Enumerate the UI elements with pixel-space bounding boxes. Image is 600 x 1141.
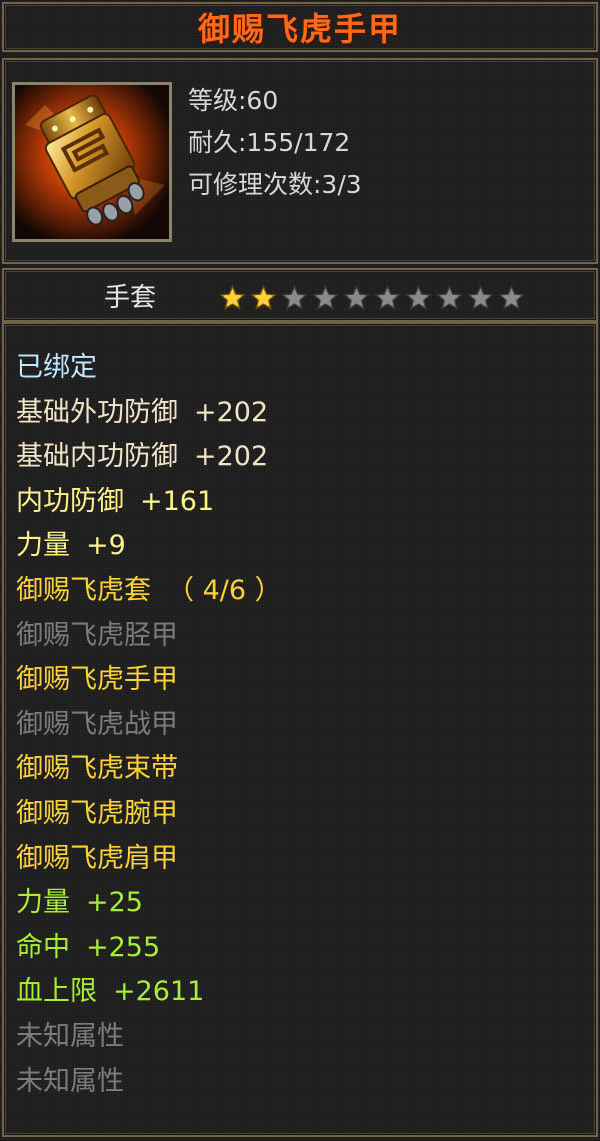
set-progress: （ 4/6 ） [167, 574, 282, 606]
star-empty-icon [436, 284, 463, 310]
attr-inner-defense: 内功防御 +161 [16, 480, 282, 525]
set-name: 御赐飞虎套 [16, 574, 151, 606]
attr-value: +202 [194, 441, 269, 473]
attr-value: +9 [86, 530, 126, 562]
set-piece-shoulder: 御赐飞虎肩甲 [16, 842, 178, 874]
star-filled-icon [219, 284, 246, 310]
bonus-label: 力量 [16, 887, 70, 919]
star-empty-icon [374, 284, 401, 310]
title-bar: 御赐飞虎手甲 [2, 2, 598, 52]
star-empty-icon [312, 284, 339, 310]
set-piece-bracer: 御赐飞虎腕甲 [16, 797, 178, 829]
bonus-value: +255 [86, 931, 161, 963]
attr-base-inner-defense: 基础内功防御 +202 [16, 435, 282, 480]
item-type-row: 手套 [2, 268, 598, 322]
item-durability: 耐久:155/172 [188, 128, 351, 157]
attr-strength: 力量 +9 [16, 524, 282, 569]
star-empty-icon [343, 284, 370, 310]
unknown-attribute: 未知属性 [16, 1065, 124, 1097]
gauntlet-icon [15, 85, 169, 239]
attr-label: 力量 [16, 530, 70, 562]
star-filled-icon [250, 284, 277, 310]
set-piece-gauntlet: 御赐飞虎手甲 [16, 664, 178, 696]
item-name: 御赐飞虎手甲 [197, 10, 402, 48]
star-rating [218, 284, 526, 312]
star-empty-icon [467, 284, 494, 310]
star-empty-icon [498, 284, 525, 310]
attr-value: +161 [140, 485, 215, 517]
item-repair-count: 可修理次数:3/3 [188, 170, 362, 199]
attr-label: 基础内功防御 [16, 441, 178, 473]
set-bonus-strength: 力量 +25 [16, 881, 282, 926]
set-piece-belt: 御赐飞虎束带 [16, 753, 178, 785]
set-piece-shin: 御赐飞虎胫甲 [16, 619, 178, 651]
bonus-label: 命中 [16, 931, 70, 963]
set-title: 御赐飞虎套 （ 4/6 ） [16, 569, 282, 614]
item-level: 等级:60 [188, 86, 279, 115]
item-icon-frame[interactable] [12, 82, 172, 242]
set-piece-armor: 御赐飞虎战甲 [16, 708, 178, 740]
attr-value: +202 [194, 396, 269, 428]
item-type: 手套 [104, 282, 157, 313]
item-tooltip: 御赐飞虎手甲 等级:60 耐久:155/172 可修理次数:3/3 手套 已绑定… [0, 0, 600, 1141]
bonus-value: +25 [86, 887, 143, 919]
unknown-attribute: 未知属性 [16, 1020, 124, 1052]
bonus-value: +2611 [113, 976, 205, 1008]
attr-label: 内功防御 [16, 485, 124, 517]
set-bonus-accuracy: 命中 +255 [16, 926, 282, 971]
item-header: 等级:60 耐久:155/172 可修理次数:3/3 [2, 58, 598, 264]
attr-label: 基础外功防御 [16, 396, 178, 428]
bound-status: 已绑定 [16, 352, 97, 383]
set-bonus-max-hp: 血上限 +2611 [16, 970, 282, 1015]
item-stats: 等级:60 耐久:155/172 可修理次数:3/3 [188, 80, 362, 206]
attr-base-outer-defense: 基础外功防御 +202 [16, 391, 282, 436]
attributes-panel: 已绑定 基础外功防御 +202 基础内功防御 +202 内功防御 +161 力量 +9 … [2, 322, 598, 1137]
star-empty-icon [405, 284, 432, 310]
star-empty-icon [281, 284, 308, 310]
bonus-label: 血上限 [16, 976, 97, 1008]
